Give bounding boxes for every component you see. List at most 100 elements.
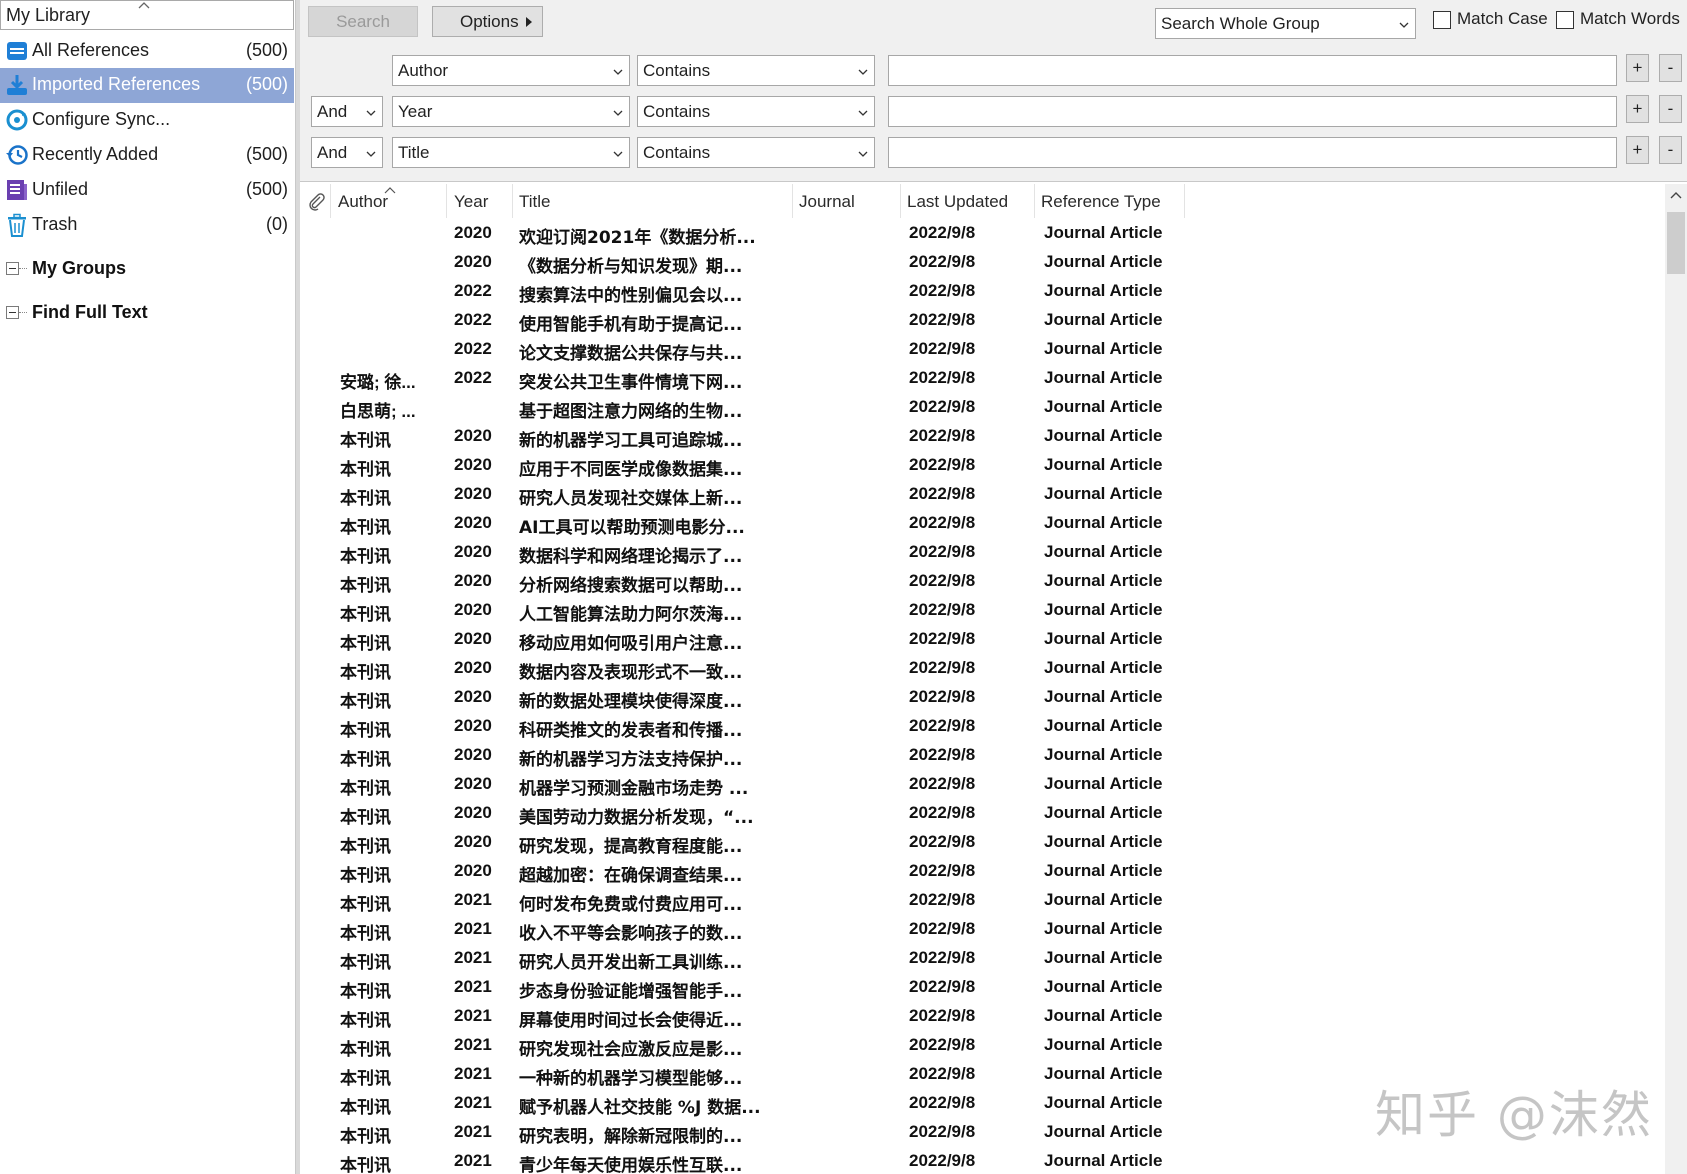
operator-select-2[interactable]: Contains	[637, 96, 875, 127]
column-header-author[interactable]: Author	[332, 184, 447, 218]
boolean-select-2[interactable]: And	[311, 96, 383, 127]
search-term-input-3[interactable]	[888, 137, 1617, 168]
search-scope-select[interactable]: Search Whole Group	[1155, 8, 1416, 39]
add-row-button[interactable]: +	[1626, 54, 1649, 82]
collapse-toggle-icon[interactable]	[6, 262, 19, 275]
table-row[interactable]: 2022 论文支撑数据公共保存与共... 2022/9/8 Journal Artic…	[300, 335, 1665, 364]
table-row[interactable]: 本刊讯 2020 分析网络搜索数据可以帮助... 2022/9/8 Journal Ar…	[300, 567, 1665, 596]
remove-row-button[interactable]: -	[1659, 136, 1682, 164]
table-row[interactable]: 本刊讯 2020 数据内容及表现形式不一致... 2022/9/8 Journal Ar…	[300, 654, 1665, 683]
year-cell: 2021	[454, 1035, 492, 1054]
search-term-input-1[interactable]	[888, 55, 1617, 86]
table-row[interactable]: 安璐; 徐... 2022 突发公共卫生事件情境下网... 2022/9/8 Journ…	[300, 364, 1665, 393]
table-row[interactable]: 本刊讯 2020 数据科学和网络理论揭示了... 2022/9/8 Journal Ar…	[300, 538, 1665, 567]
table-row[interactable]: 本刊讯 2021 屏幕使用时间过长会使得近... 2022/9/8 Journal Ar…	[300, 1002, 1665, 1031]
column-header-journal[interactable]: Journal	[793, 184, 901, 218]
table-row[interactable]: 本刊讯 2021 青少年每天使用娱乐性互联... 2022/9/8 Journal Ar…	[300, 1147, 1665, 1174]
section-find-full-text[interactable]: Find Full Text	[0, 296, 294, 330]
reference-type-cell: Journal Article	[1044, 1035, 1163, 1054]
table-row[interactable]: 本刊讯 2020 新的数据处理模块使得深度... 2022/9/8 Journal Ar…	[300, 683, 1665, 712]
last-updated-cell: 2022/9/8	[909, 803, 976, 822]
reference-type-cell: Journal Article	[1044, 281, 1163, 300]
remove-row-button[interactable]: -	[1659, 54, 1682, 82]
groups-sidebar: My Library All References (500) Imported…	[0, 0, 296, 1174]
search-term-input-2[interactable]	[888, 96, 1617, 127]
table-row[interactable]: 本刊讯 2021 何时发布免费或付费应用可... 2022/9/8 Journal Ar…	[300, 886, 1665, 915]
author-cell: 本刊讯	[340, 895, 391, 914]
all-references-icon	[7, 42, 27, 60]
table-row[interactable]: 本刊讯 2020 AI工具可以帮助预测电影分... 2022/9/8 Journal A…	[300, 509, 1665, 538]
table-row[interactable]: 本刊讯 2020 科研类推文的发表者和传播... 2022/9/8 Journal Ar…	[300, 712, 1665, 741]
group-all-references[interactable]: All References (500)	[0, 34, 294, 69]
table-row[interactable]: 本刊讯 2021 收入不平等会影响孩子的数... 2022/9/8 Journal Ar…	[300, 915, 1665, 944]
last-updated-cell: 2022/9/8	[909, 223, 976, 242]
boolean-select-3[interactable]: And	[311, 137, 383, 168]
chevron-down-icon	[366, 110, 376, 116]
group-recently-added[interactable]: Recently Added (500)	[0, 138, 294, 173]
table-row[interactable]: 本刊讯 2020 人工智能算法助力阿尔茨海... 2022/9/8 Journal Ar…	[300, 596, 1665, 625]
table-row[interactable]: 白思萌; ... 基于超图注意力网络的生物... 2022/9/8 Journal A…	[300, 393, 1665, 422]
last-updated-cell: 2022/9/8	[909, 1151, 976, 1170]
table-row[interactable]: 2022 搜索算法中的性别偏见会以... 2022/9/8 Journal Artic…	[300, 277, 1665, 306]
add-row-button[interactable]: +	[1626, 95, 1649, 123]
remove-row-button[interactable]: -	[1659, 95, 1682, 123]
table-row[interactable]: 2020 欢迎订阅2021年《数据分析... 2022/9/8 Journal Art…	[300, 219, 1665, 248]
column-header-attachment[interactable]	[300, 184, 331, 218]
table-row[interactable]: 本刊讯 2020 移动应用如何吸引用户注意... 2022/9/8 Journal Ar…	[300, 625, 1665, 654]
checkbox-box[interactable]	[1556, 11, 1574, 29]
group-configure-sync[interactable]: Configure Sync...	[0, 103, 294, 138]
library-header[interactable]: My Library	[0, 0, 294, 30]
table-row[interactable]: 2020 《数据分析与知识发现》期... 2022/9/8 Journal Artic…	[300, 248, 1665, 277]
author-cell: 本刊讯	[340, 1011, 391, 1030]
reference-type-cell: Journal Article	[1044, 484, 1163, 503]
group-count: (0)	[266, 214, 288, 234]
table-row[interactable]: 本刊讯 2021 步态身份验证能增强智能手... 2022/9/8 Journal Ar…	[300, 973, 1665, 1002]
add-row-button[interactable]: +	[1626, 136, 1649, 164]
section-my-groups[interactable]: My Groups	[0, 252, 294, 286]
field-select-3[interactable]: Title	[392, 137, 630, 168]
reference-type-cell: Journal Article	[1044, 1151, 1163, 1170]
table-row[interactable]: 本刊讯 2021 研究发现社会应激反应是影... 2022/9/8 Journal Ar…	[300, 1031, 1665, 1060]
collapse-chevron-icon[interactable]	[137, 0, 151, 13]
table-row[interactable]: 2022 使用智能手机有助于提高记... 2022/9/8 Journal Artic…	[300, 306, 1665, 335]
title-cell: 分析网络搜索数据可以帮助...	[519, 576, 743, 596]
table-row[interactable]: 本刊讯 2020 超越加密：在确保调查结果... 2022/9/8 Journal Ar…	[300, 857, 1665, 886]
group-imported-references[interactable]: Imported References (500)	[0, 68, 294, 103]
search-button[interactable]: Search	[308, 6, 418, 37]
column-header-title[interactable]: Title	[513, 184, 793, 218]
reference-type-cell: Journal Article	[1044, 571, 1163, 590]
collapse-toggle-icon[interactable]	[6, 306, 19, 319]
year-cell: 2020	[454, 861, 492, 880]
column-header-reference-type[interactable]: Reference Type	[1035, 184, 1185, 218]
scrollbar-thumb[interactable]	[1667, 212, 1685, 274]
title-cell: 移动应用如何吸引用户注意...	[519, 634, 743, 654]
table-row[interactable]: 本刊讯 2020 研究人员发现社交媒体上新... 2022/9/8 Journal Ar…	[300, 480, 1665, 509]
operator-select-3[interactable]: Contains	[637, 137, 875, 168]
field-select-2[interactable]: Year	[392, 96, 630, 127]
vertical-scrollbar[interactable]	[1665, 184, 1687, 1174]
table-row[interactable]: 本刊讯 2020 新的机器学习方法支持保护... 2022/9/8 Journal Ar…	[300, 741, 1665, 770]
operator-select-1[interactable]: Contains	[637, 55, 875, 86]
column-label: Title	[519, 192, 551, 211]
table-row[interactable]: 本刊讯 2020 机器学习预测金融市场走势 ... 2022/9/8 Journal A…	[300, 770, 1665, 799]
column-header-year[interactable]: Year	[448, 184, 513, 218]
group-trash[interactable]: Trash (0)	[0, 208, 294, 243]
title-cell: 研究人员发现社交媒体上新...	[519, 489, 743, 509]
table-row[interactable]: 本刊讯 2020 美国劳动力数据分析发现，“... 2022/9/8 Journal A…	[300, 799, 1665, 828]
sync-icon	[6, 109, 28, 131]
reference-type-cell: Journal Article	[1044, 542, 1163, 561]
match-words-checkbox[interactable]: Match Words	[1556, 8, 1680, 32]
reference-type-cell: Journal Article	[1044, 426, 1163, 445]
table-row[interactable]: 本刊讯 2020 研究发现，提高教育程度能... 2022/9/8 Journal Ar…	[300, 828, 1665, 857]
match-case-checkbox[interactable]: Match Case	[1433, 8, 1548, 32]
options-button[interactable]: Options	[432, 6, 543, 37]
field-select-1[interactable]: Author	[392, 55, 630, 86]
group-unfiled[interactable]: Unfiled (500)	[0, 173, 294, 208]
checkbox-box[interactable]	[1433, 11, 1451, 29]
table-row[interactable]: 本刊讯 2020 新的机器学习工具可追踪城... 2022/9/8 Journal Ar…	[300, 422, 1665, 451]
table-row[interactable]: 本刊讯 2020 应用于不同医学成像数据集... 2022/9/8 Journal Ar…	[300, 451, 1665, 480]
year-cell: 2021	[454, 1151, 492, 1170]
column-header-last-updated[interactable]: Last Updated	[901, 184, 1035, 218]
table-row[interactable]: 本刊讯 2021 研究人员开发出新工具训练... 2022/9/8 Journal Ar…	[300, 944, 1665, 973]
scroll-up-icon[interactable]	[1670, 190, 1682, 200]
